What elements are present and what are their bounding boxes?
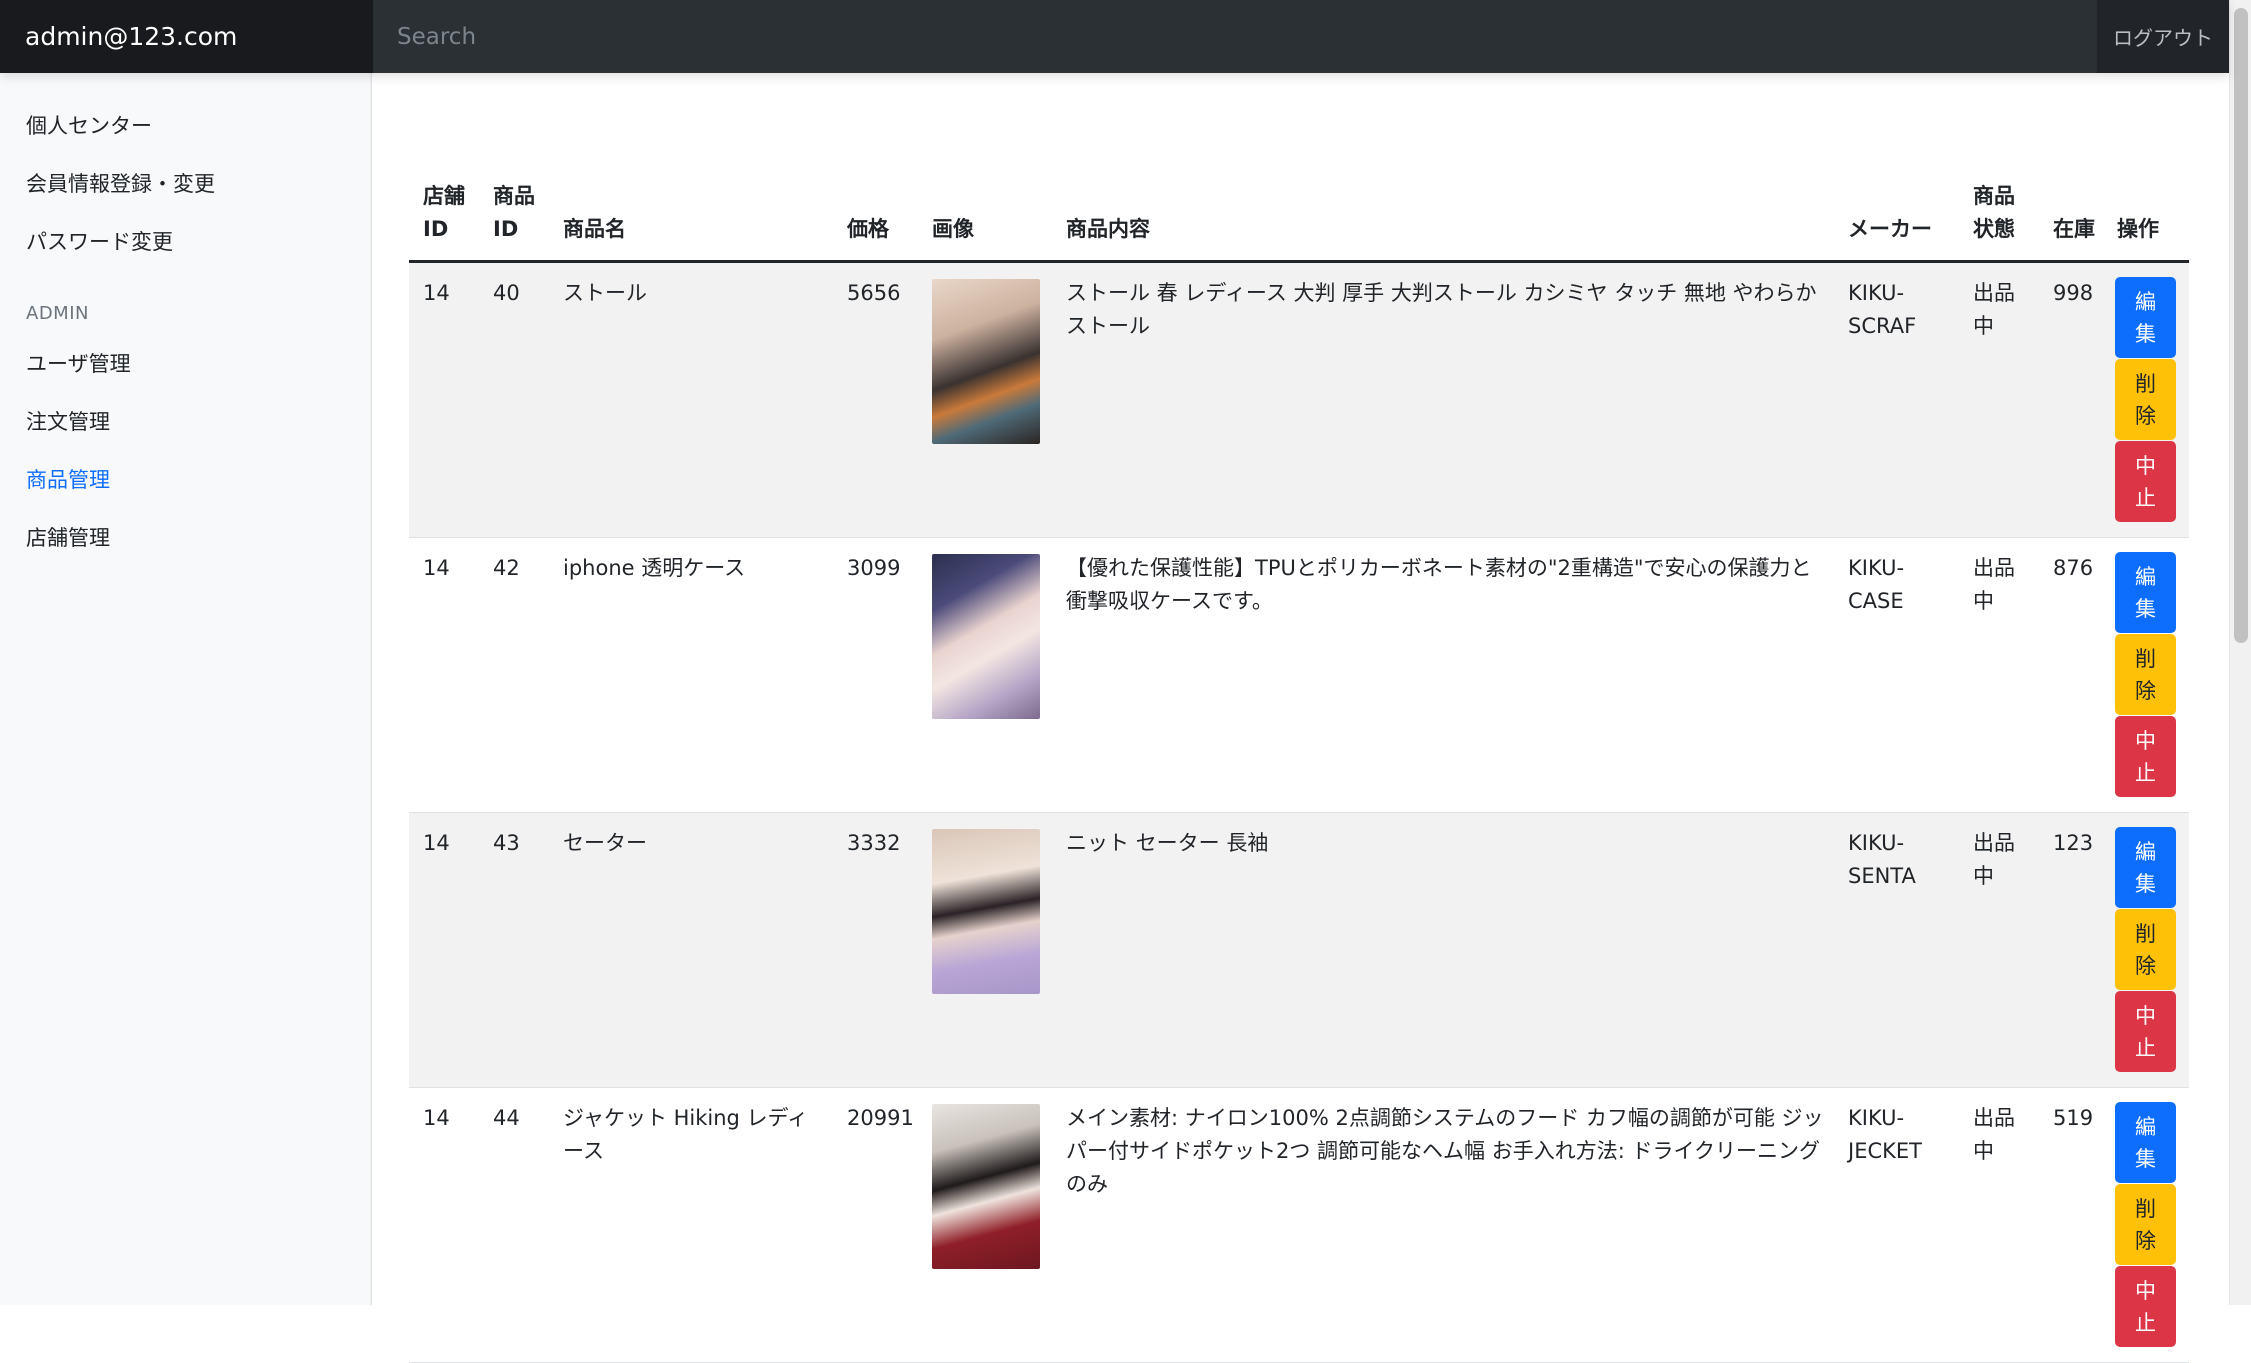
header-stock: 在庫 xyxy=(2039,180,2103,263)
header-product-id: 商品ID xyxy=(479,180,549,263)
delete-button[interactable]: 削除 xyxy=(2115,359,2176,440)
delete-button[interactable]: 削除 xyxy=(2115,909,2176,990)
cell-image xyxy=(918,537,1052,813)
cell-price: 20991 xyxy=(833,1087,918,1363)
product-image xyxy=(932,279,1040,444)
cell-status: 出品中 xyxy=(1959,812,2039,1088)
cell-store-id: 14 xyxy=(409,261,479,538)
product-image xyxy=(932,1104,1040,1269)
sidebar-item-user-management[interactable]: ユーザ管理 xyxy=(0,335,371,393)
sidebar-item-order-management[interactable]: 注文管理 xyxy=(0,393,371,451)
product-image xyxy=(932,829,1040,994)
sidebar-item-store-management[interactable]: 店舗管理 xyxy=(0,509,371,567)
cell-store-id: 14 xyxy=(409,537,479,813)
table-row: 14 44 ジャケット Hiking レディース 20991 メイン素材: ナイ… xyxy=(409,1087,2189,1363)
sidebar: 個人センター 会員情報登録・変更 パスワード変更 ADMIN ユーザ管理 注文管… xyxy=(0,73,372,1305)
cell-actions: 編集 削除 中止 xyxy=(2103,1087,2189,1363)
cell-product-id: 42 xyxy=(479,537,549,813)
cell-status: 出品中 xyxy=(1959,1087,2039,1363)
cell-maker: KIKU-SCRAF xyxy=(1834,261,1959,538)
suspend-button[interactable]: 中止 xyxy=(2115,991,2176,1072)
cell-product-id: 40 xyxy=(479,261,549,538)
sidebar-item-product-management[interactable]: 商品管理 xyxy=(0,451,371,509)
suspend-button[interactable]: 中止 xyxy=(2115,441,2176,522)
header-price: 価格 xyxy=(833,180,918,263)
logout-button[interactable]: ログアウト xyxy=(2097,0,2229,73)
cell-description: ストール 春 レディース 大判 厚手 大判ストール カシミヤ タッチ 無地 やわ… xyxy=(1052,261,1834,538)
table-row: 14 42 iphone 透明ケース 3099 【優れた保護性能】TPUとポリカ… xyxy=(409,537,2189,813)
edit-button[interactable]: 編集 xyxy=(2115,552,2176,633)
scrollbar-thumb[interactable] xyxy=(2234,8,2248,643)
cell-store-id: 14 xyxy=(409,1087,479,1363)
edit-button[interactable]: 編集 xyxy=(2115,827,2176,908)
product-image xyxy=(932,554,1040,719)
edit-button[interactable]: 編集 xyxy=(2115,1102,2176,1183)
cell-stock: 876 xyxy=(2039,537,2103,813)
cell-price: 5656 xyxy=(833,261,918,538)
table-row: 14 43 セーター 3332 ニット セーター 長袖 KIKU-SENTA 出… xyxy=(409,812,2189,1088)
main-content: 店舗ID 商品ID 商品名 価格 画像 商品内容 メーカー 商品状態 在庫 操作… xyxy=(409,180,2189,1363)
cell-actions: 編集 削除 中止 xyxy=(2103,812,2189,1088)
cell-maker: KIKU-CASE xyxy=(1834,537,1959,813)
page-scrollbar[interactable] xyxy=(2229,0,2251,1305)
cell-status: 出品中 xyxy=(1959,537,2039,813)
cell-description: ニット セーター 長袖 xyxy=(1052,812,1834,1088)
suspend-button[interactable]: 中止 xyxy=(2115,1266,2176,1347)
cell-actions: 編集 削除 中止 xyxy=(2103,261,2189,538)
cell-image xyxy=(918,1087,1052,1363)
cell-product-name: ストール xyxy=(549,261,833,538)
cell-product-id: 44 xyxy=(479,1087,549,1363)
cell-maker: KIKU-JECKET xyxy=(1834,1087,1959,1363)
cell-image xyxy=(918,812,1052,1088)
cell-product-name: セーター xyxy=(549,812,833,1088)
edit-button[interactable]: 編集 xyxy=(2115,277,2176,358)
search-input[interactable] xyxy=(373,0,2097,73)
delete-button[interactable]: 削除 xyxy=(2115,1184,2176,1265)
cell-description: 【優れた保護性能】TPUとポリカーボネート素材の"2重構造"で安心の保護力と衝撃… xyxy=(1052,537,1834,813)
cell-status: 出品中 xyxy=(1959,261,2039,538)
top-navbar: admin@123.com ログアウト xyxy=(0,0,2229,73)
header-image: 画像 xyxy=(918,180,1052,263)
product-table: 店舗ID 商品ID 商品名 価格 画像 商品内容 メーカー 商品状態 在庫 操作… xyxy=(409,180,2189,1363)
header-status: 商品状態 xyxy=(1959,180,2039,263)
brand-email[interactable]: admin@123.com xyxy=(0,0,373,73)
sidebar-item-password-change[interactable]: パスワード変更 xyxy=(0,213,371,271)
cell-maker: KIKU-SENTA xyxy=(1834,812,1959,1088)
sidebar-item-member-info[interactable]: 会員情報登録・変更 xyxy=(0,155,371,213)
cell-description: メイン素材: ナイロン100% 2点調節システムのフード カフ幅の調節が可能 ジ… xyxy=(1052,1087,1834,1363)
header-product-name: 商品名 xyxy=(549,180,833,263)
table-header-row: 店舗ID 商品ID 商品名 価格 画像 商品内容 メーカー 商品状態 在庫 操作 xyxy=(409,180,2189,263)
cell-product-name: ジャケット Hiking レディース xyxy=(549,1087,833,1363)
cell-product-name: iphone 透明ケース xyxy=(549,537,833,813)
cell-image xyxy=(918,261,1052,538)
suspend-button[interactable]: 中止 xyxy=(2115,716,2176,797)
cell-store-id: 14 xyxy=(409,812,479,1088)
cell-actions: 編集 削除 中止 xyxy=(2103,537,2189,813)
header-maker: メーカー xyxy=(1834,180,1959,263)
cell-stock: 123 xyxy=(2039,812,2103,1088)
header-description: 商品内容 xyxy=(1052,180,1834,263)
header-actions: 操作 xyxy=(2103,180,2189,263)
cell-stock: 998 xyxy=(2039,261,2103,538)
sidebar-item-personal-center[interactable]: 個人センター xyxy=(0,97,371,155)
header-store-id: 店舗ID xyxy=(409,180,479,263)
sidebar-admin-heading: ADMIN xyxy=(26,303,89,324)
delete-button[interactable]: 削除 xyxy=(2115,634,2176,715)
table-row: 14 40 ストール 5656 ストール 春 レディース 大判 厚手 大判ストー… xyxy=(409,261,2189,538)
cell-price: 3332 xyxy=(833,812,918,1088)
cell-price: 3099 xyxy=(833,537,918,813)
cell-stock: 519 xyxy=(2039,1087,2103,1363)
cell-product-id: 43 xyxy=(479,812,549,1088)
